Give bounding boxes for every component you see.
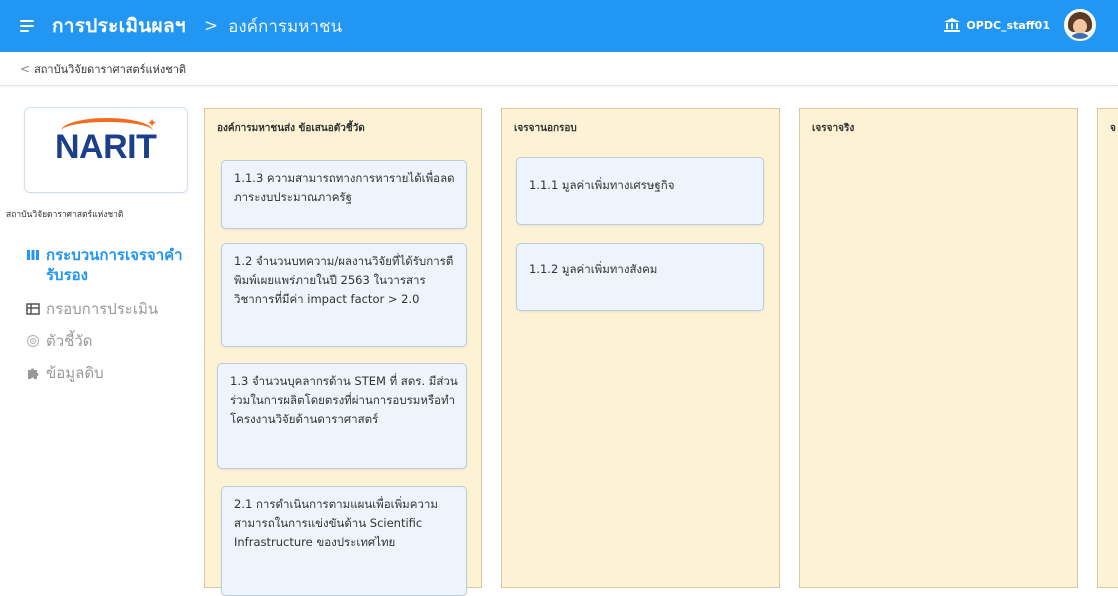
sidebar-item-label: กระบวนการเจรจาคำรับรอง: [46, 246, 183, 284]
indicator-card-text: 1.3 จำนวนบุคลากรด้าน STEM ที่ สดร. มีส่ว…: [230, 374, 458, 426]
sidebar-nav: กระบวนการเจรจาคำรับรอง กรอบการประเมิน ตั…: [26, 245, 202, 395]
kanban-column-proposed-indicators: องค์การมหาชนส่ง ข้อเสนอตัวชี้วัด 1.1.3 ค…: [204, 108, 482, 596]
organization-icon: [944, 18, 961, 32]
kanban-column-informal-negotiation: เจรจานอกรอบ 1.1.1 มูลค่าเพิ่มทางเศรษฐกิจ…: [501, 108, 780, 588]
organization-logo: NARIT: [55, 128, 157, 166]
puzzle-icon: [28, 368, 39, 379]
indicator-card[interactable]: 2.1 การดำเนินการตามแผนเพื่อเพิ่มความสามา…: [221, 486, 467, 596]
kanban-column-actual-negotiation: เจรจาจริง: [799, 108, 1078, 588]
sidebar: ✦ NARIT สถาบันวิจัยดาราศาสตร์แห่งชาติ กร…: [0, 86, 202, 579]
username[interactable]: OPDC_staff01: [966, 19, 1050, 32]
sidebar-item-label: กรอบการประเมิน: [46, 300, 159, 318]
breadcrumb-separator: >: [203, 16, 219, 36]
sidebar-item-raw-data[interactable]: ข้อมูลดิบ: [26, 363, 202, 383]
sidebar-item-indicators[interactable]: ตัวชี้วัด: [26, 331, 202, 351]
sidebar-item-assessment-framework[interactable]: กรอบการประเมิน: [26, 299, 202, 319]
indicator-card-text: 1.2 จำนวนบทความ/ผลงานวิจัยที่ได้รับการตี…: [234, 254, 454, 306]
column-title: จ: [1110, 123, 1116, 134]
avatar[interactable]: [1064, 9, 1096, 41]
organization-logo-card: ✦ NARIT: [24, 107, 188, 193]
kanban-column-next: จ: [1097, 108, 1118, 588]
hamburger-menu-icon[interactable]: [20, 20, 34, 32]
sidebar-item-label: ตัวชี้วัด: [46, 332, 93, 350]
back-breadcrumb[interactable]: < สถาบันวิจัยดาราศาสตร์แห่งชาติ: [0, 52, 1118, 86]
top-app-bar: การประเมินผลฯ > องค์การมหาชน OPDC_staff0…: [0, 0, 1118, 52]
indicator-card-text: 1.1.1 มูลค่าเพิ่มทางเศรษฐกิจ: [529, 178, 675, 192]
indicator-card[interactable]: 1.1.3 ความสามารถทางการหารายได้เพื่อลดภาร…: [221, 160, 467, 229]
indicator-card[interactable]: 1.2 จำนวนบทความ/ผลงานวิจัยที่ได้รับการตี…: [221, 243, 467, 347]
chevron-left-icon[interactable]: <: [20, 62, 30, 76]
table-icon: [26, 303, 40, 315]
target-icon: [26, 334, 40, 348]
institution-name: สถาบันวิจัยดาราศาสตร์แห่งชาติ: [6, 210, 124, 220]
columns-icon: [27, 250, 39, 260]
sidebar-item-label: ข้อมูลดิบ: [46, 364, 104, 382]
indicator-card[interactable]: 1.3 จำนวนบุคลากรด้าน STEM ที่ สดร. มีส่ว…: [217, 363, 467, 469]
indicator-card-text: 1.1.2 มูลค่าเพิ่มทางสังคม: [529, 262, 658, 276]
indicator-card-text: 1.1.3 ความสามารถทางการหารายได้เพื่อลดภาร…: [234, 171, 455, 204]
app-title[interactable]: การประเมินผลฯ: [52, 11, 186, 41]
column-title: เจรจาจริง: [812, 123, 855, 134]
column-title: เจรจานอกรอบ: [514, 123, 577, 134]
sidebar-item-negotiation-process[interactable]: กระบวนการเจรจาคำรับรอง: [26, 245, 202, 285]
page-title: องค์การมหาชน: [228, 16, 343, 37]
indicator-card-text: 2.1 การดำเนินการตามแผนเพื่อเพิ่มความสามา…: [234, 497, 438, 549]
indicator-card[interactable]: 1.1.1 มูลค่าเพิ่มทางเศรษฐกิจ: [516, 157, 764, 225]
indicator-card[interactable]: 1.1.2 มูลค่าเพิ่มทางสังคม: [516, 243, 764, 311]
back-link-label[interactable]: สถาบันวิจัยดาราศาสตร์แห่งชาติ: [34, 60, 186, 78]
user-area: OPDC_staff01: [944, 9, 1096, 41]
column-title: องค์การมหาชนส่ง ข้อเสนอตัวชี้วัด: [217, 123, 365, 134]
